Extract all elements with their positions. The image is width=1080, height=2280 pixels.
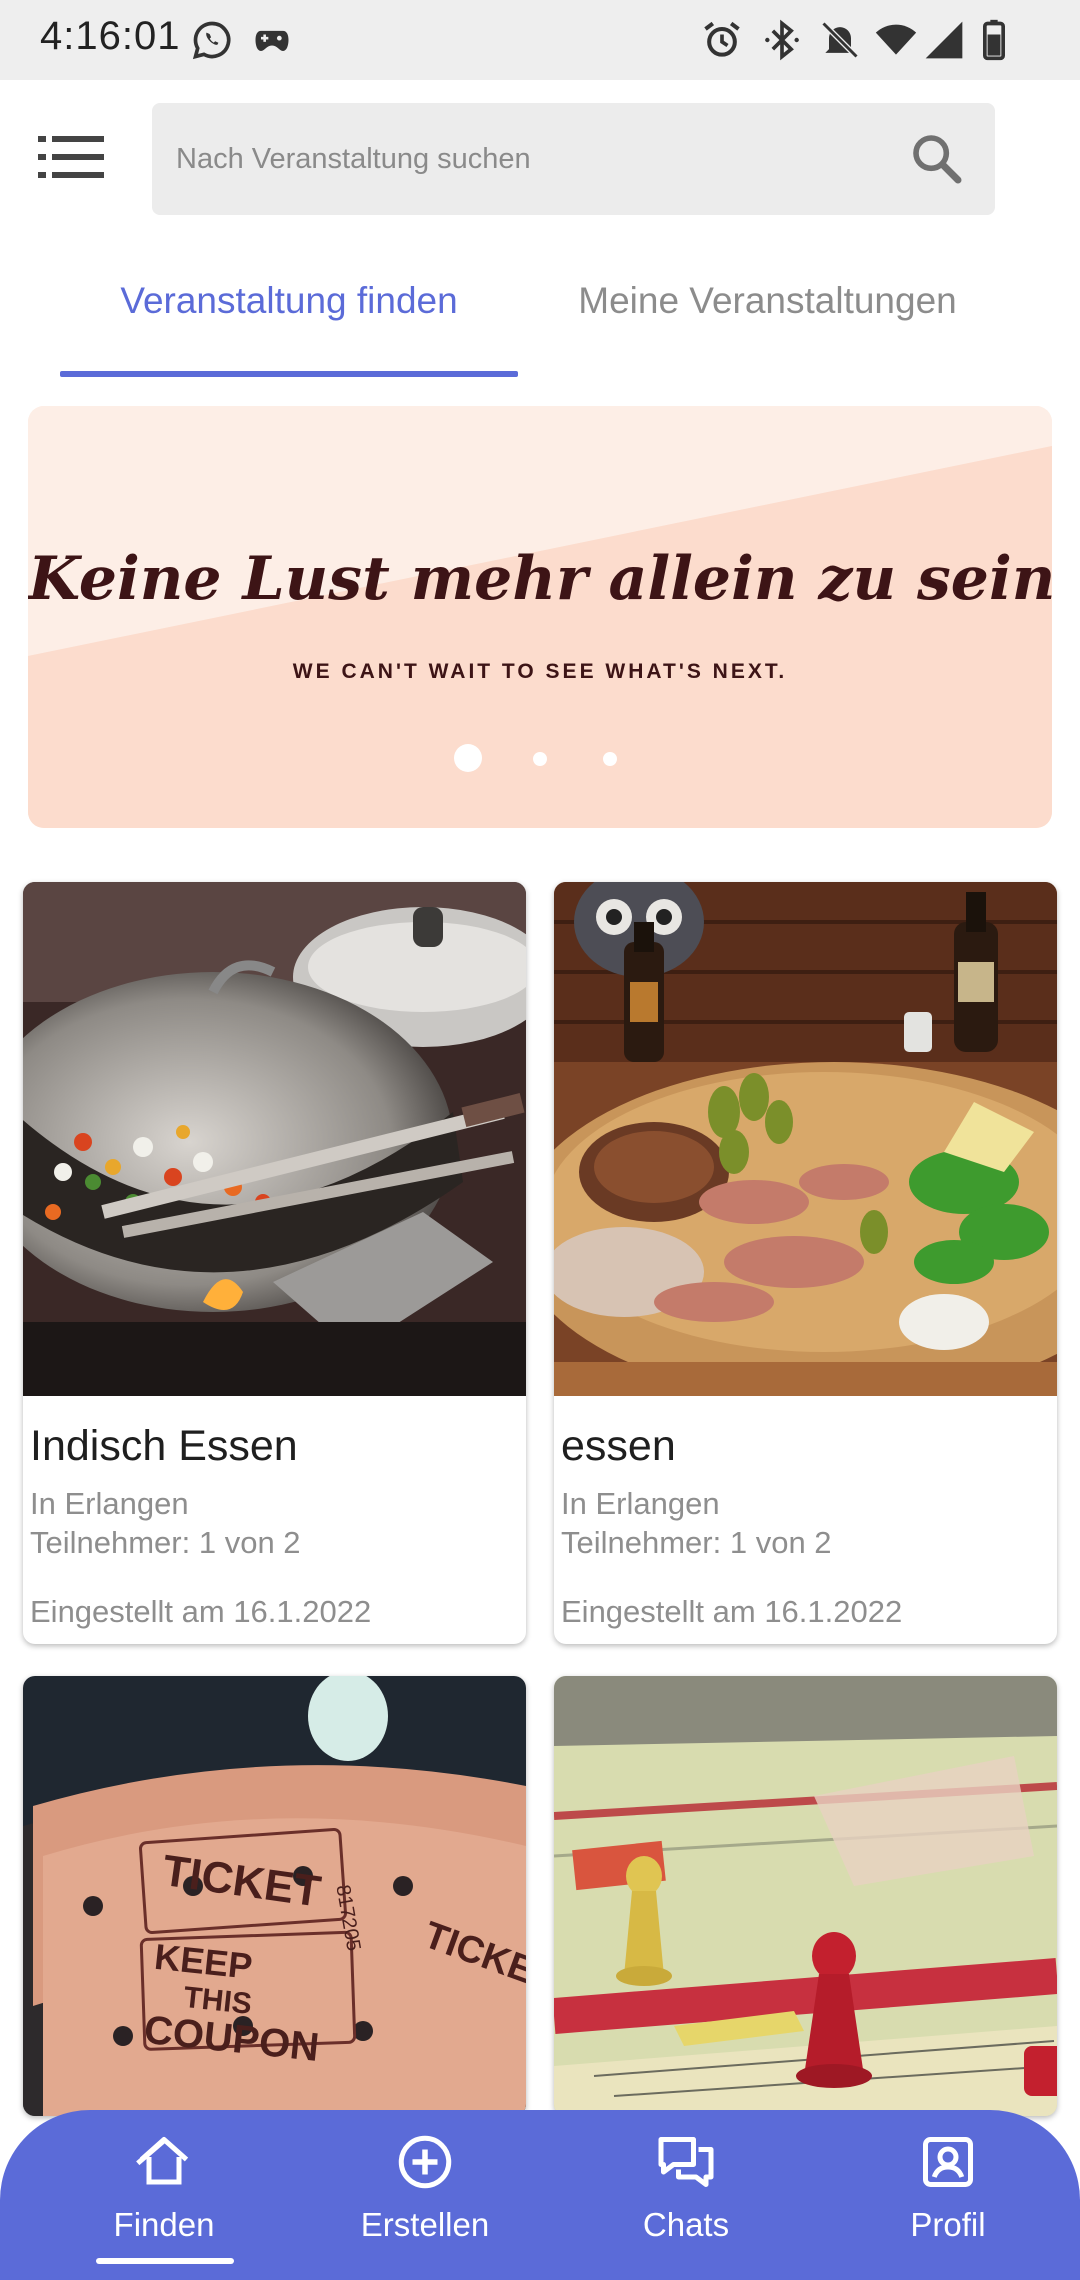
nav-erstellen[interactable]: Erstellen — [325, 2110, 525, 2280]
event-created-date: Eingestellt am 16.1.2022 — [30, 1594, 372, 1629]
banner-subtitle: WE CAN'T WAIT TO SEE WHAT'S NEXT. — [292, 660, 788, 683]
nav-label: Chats — [642, 2206, 730, 2243]
search-input[interactable] — [176, 103, 916, 215]
event-title: essen — [561, 1422, 676, 1470]
bluetooth-icon — [765, 19, 799, 61]
status-bar: 4:16:01 — [0, 0, 1080, 80]
wifi-icon — [875, 24, 917, 55]
event-title: Indisch Essen — [30, 1422, 298, 1470]
alarm-icon — [704, 21, 740, 57]
nav-label: Profil — [910, 2206, 986, 2243]
wok-cooking-photo — [23, 882, 526, 1396]
carousel-dot-3[interactable] — [603, 752, 617, 766]
tab-indicator — [60, 371, 518, 377]
status-time: 4:16:01 — [40, 14, 181, 58]
event-participants: Teilnehmer: 1 von 2 — [30, 1525, 301, 1560]
event-card[interactable]: TICKET KEEP THIS COUPON 817205 TICKET — [23, 1676, 526, 2116]
battery-icon — [983, 19, 1005, 61]
carousel-dot-1[interactable] — [454, 744, 482, 772]
signal-icon — [925, 21, 963, 59]
meat-platter-photo — [554, 882, 1057, 1396]
banner-title: Keine Lust mehr allein zu sein? — [28, 544, 1052, 614]
nav-profil[interactable]: Profil — [848, 2110, 1048, 2280]
board-game-photo — [554, 1676, 1057, 2116]
bottom-navigation: Finden Erstellen Chats Profil — [0, 2110, 1080, 2280]
event-location: In Erlangen — [561, 1486, 720, 1521]
event-card[interactable] — [554, 1676, 1057, 2116]
nav-finden[interactable]: Finden — [64, 2110, 264, 2280]
notifications-off-icon — [821, 21, 859, 59]
tab-veranstaltung-finden[interactable]: Veranstaltung finden — [60, 280, 518, 340]
profile-icon — [923, 2137, 973, 2187]
chat-bubbles-icon — [658, 2137, 714, 2187]
nav-chats[interactable]: Chats — [586, 2110, 786, 2280]
event-card[interactable]: Indisch Essen In Erlangen Teilnehmer: 1 … — [23, 882, 526, 1644]
tickets-photo: TICKET KEEP THIS COUPON 817205 TICKET — [23, 1676, 526, 2116]
game-controller-icon — [255, 30, 289, 51]
menu-icon[interactable] — [36, 132, 106, 182]
whatsapp-icon — [192, 21, 231, 60]
search-bar — [152, 103, 995, 215]
event-participants: Teilnehmer: 1 von 2 — [561, 1525, 832, 1560]
promo-banner[interactable]: Keine Lust mehr allein zu sein? WE CAN'T… — [28, 406, 1052, 828]
nav-label: Erstellen — [360, 2206, 490, 2243]
nav-label: Finden — [113, 2206, 215, 2243]
active-nav-indicator — [96, 2258, 234, 2264]
event-created-date: Eingestellt am 16.1.2022 — [561, 1594, 903, 1629]
add-circle-icon — [398, 2135, 452, 2189]
home-icon — [136, 2137, 189, 2185]
event-location: In Erlangen — [30, 1486, 189, 1521]
tab-meine-veranstaltungen[interactable]: Meine Veranstaltungen — [540, 280, 995, 340]
carousel-dot-2[interactable] — [533, 752, 547, 766]
event-card[interactable]: essen In Erlangen Teilnehmer: 1 von 2 Ei… — [554, 882, 1057, 1644]
search-icon[interactable] — [909, 131, 965, 187]
